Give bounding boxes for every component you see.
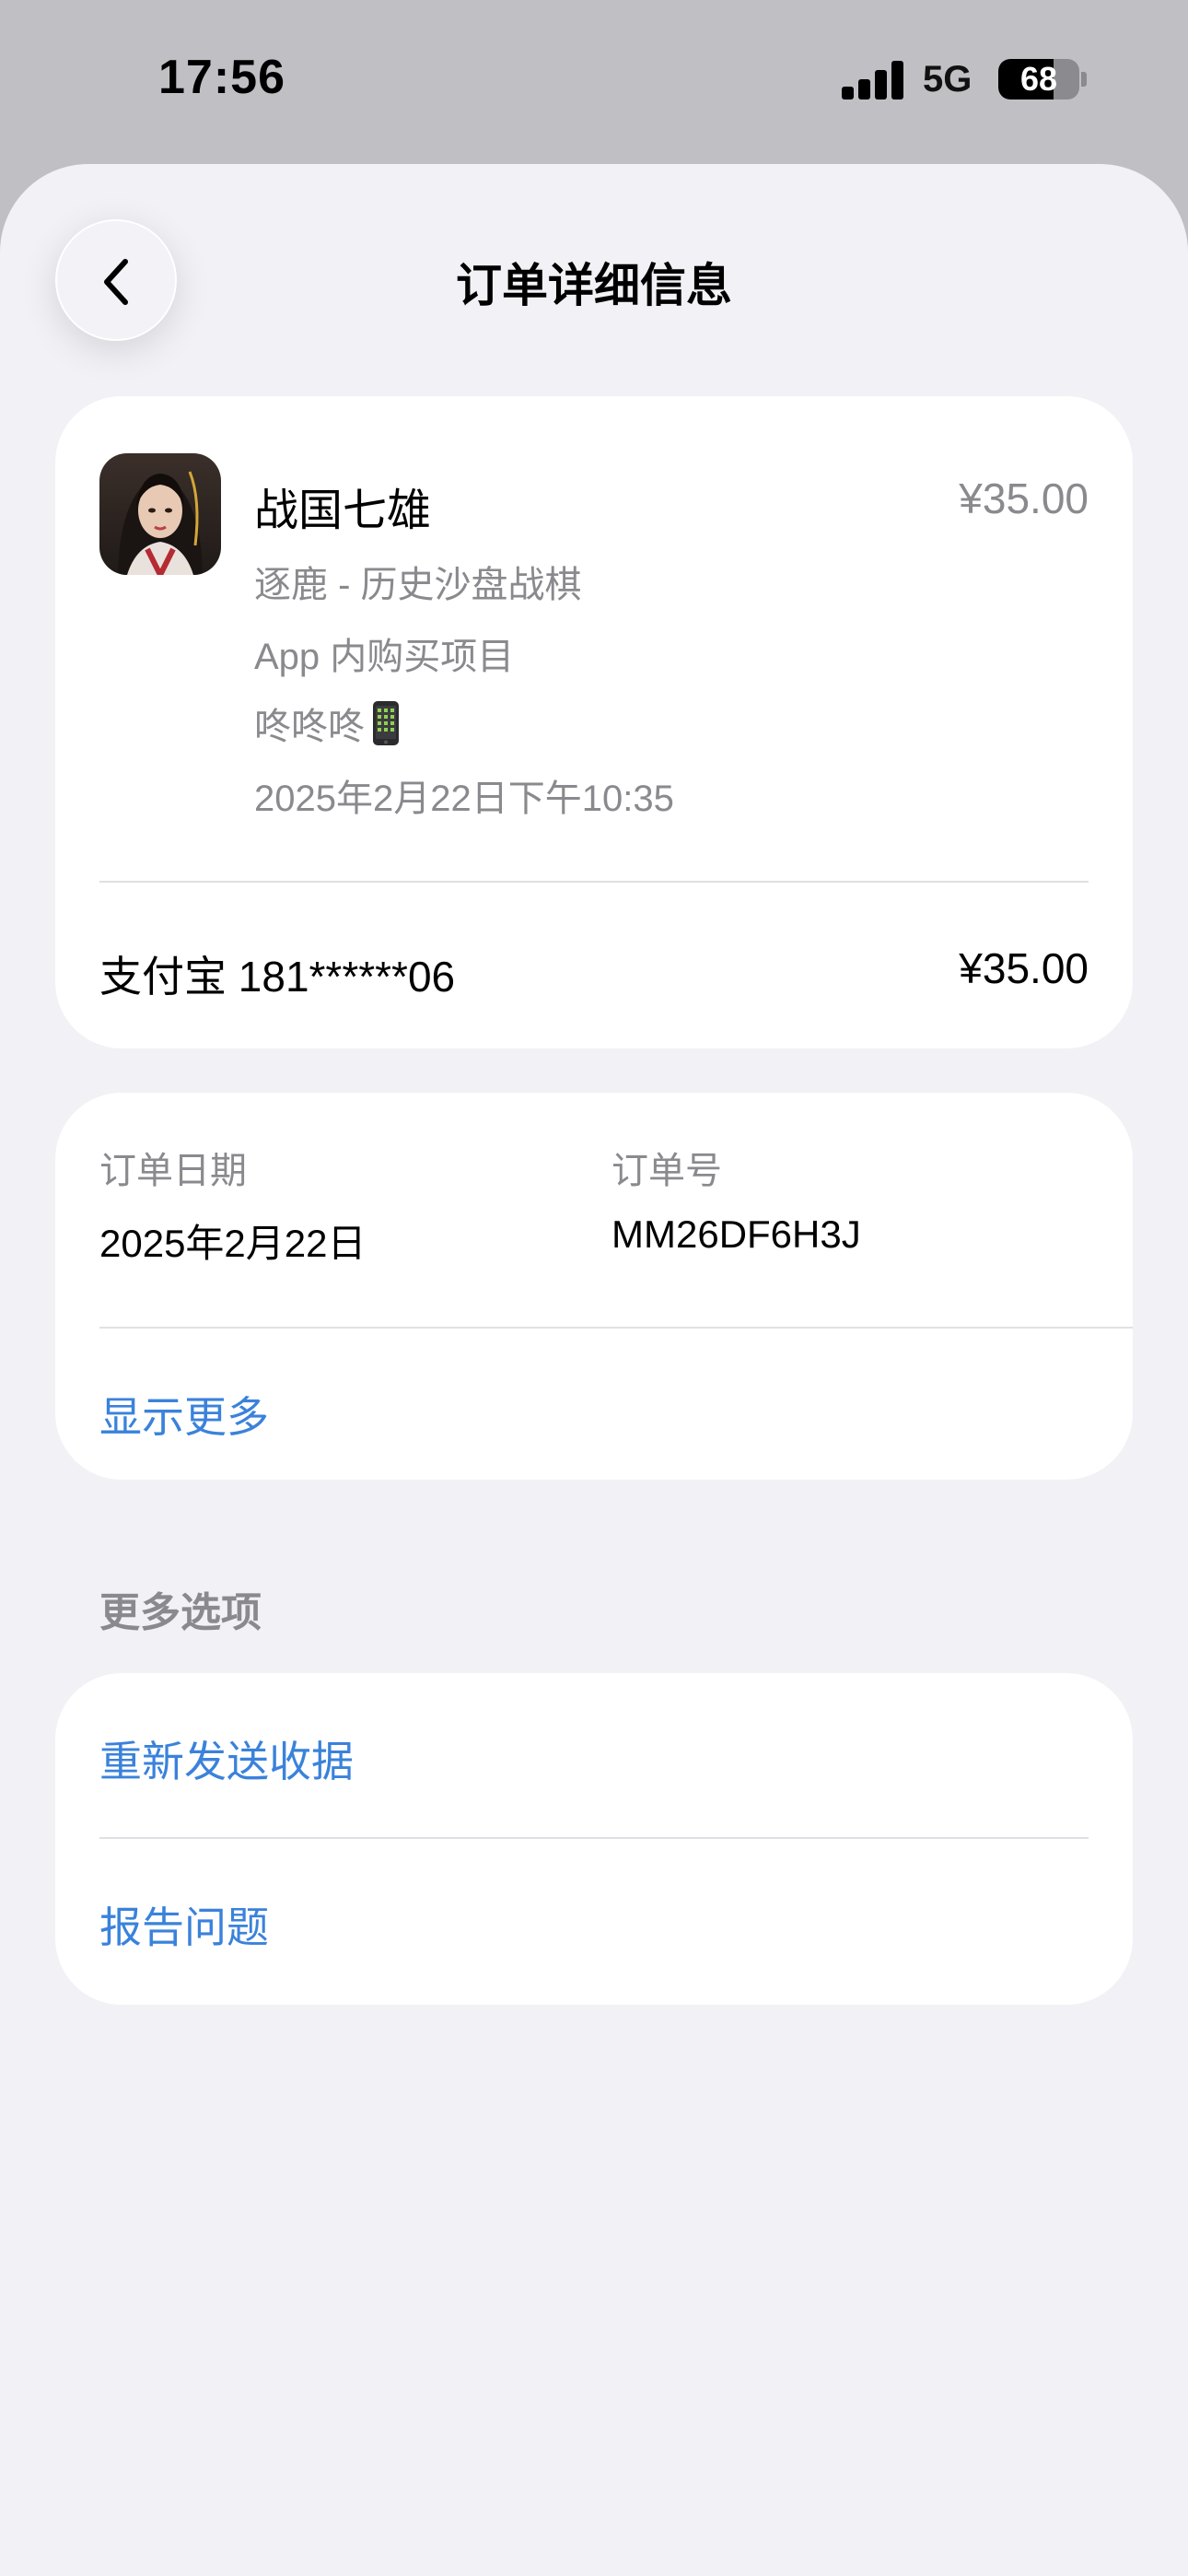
battery-cap [1081, 72, 1087, 87]
more-options-card: 重新发送收据 报告问题 [55, 1673, 1133, 2005]
purchase-type: App 内购买项目 [254, 637, 515, 677]
show-more-link[interactable]: 显示更多 [99, 1384, 269, 1445]
purchase-datetime: 2025年2月22日下午10:35 [254, 779, 674, 819]
report-problem-button[interactable]: 报告问题 [99, 1894, 269, 1955]
order-id-label: 订单号 [611, 1151, 722, 1191]
order-date-label: 订单日期 [99, 1151, 247, 1191]
more-options-header: 更多选项 [99, 1590, 262, 1635]
payment-method: 支付宝 181******06 [99, 953, 456, 1001]
order-details-sheet: 订单详细信息 战国七雄 ¥35.00 逐鹿 - 历史沙盘战棋 App 内购买项目… [0, 164, 1188, 2576]
device-row: 咚咚咚 [254, 697, 400, 750]
status-bar: 17:56 5G 68 [0, 0, 1188, 164]
app-icon[interactable] [99, 453, 221, 575]
item-subtitle: 逐鹿 - 历史沙盘战棋 [254, 565, 582, 605]
payment-amount: ¥35.00 [959, 944, 1089, 992]
network-type-label: 5G [923, 59, 973, 100]
purchase-card: 战国七雄 ¥35.00 逐鹿 - 历史沙盘战棋 App 内购买项目 咚咚咚 20… [55, 396, 1133, 1048]
order-id-value: MM26DF6H3J [611, 1212, 861, 1256]
divider [99, 1837, 1089, 1839]
battery-percentage: 68 [1019, 60, 1058, 98]
divider [99, 1327, 1133, 1329]
app-title: 战国七雄 [254, 486, 432, 535]
app-icon-portrait [99, 453, 221, 575]
status-time: 17:56 [158, 51, 285, 104]
item-price: ¥35.00 [959, 474, 1089, 522]
battery-icon: 68 [998, 59, 1079, 100]
order-date-value: 2025年2月22日 [99, 1222, 367, 1265]
resend-receipt-button[interactable]: 重新发送收据 [99, 1728, 354, 1789]
divider [99, 881, 1089, 883]
page-title: 订单详细信息 [456, 260, 732, 311]
cellular-signal-icon [842, 59, 904, 100]
device-name: 咚咚咚 [254, 707, 365, 747]
mobile-phone-icon [373, 701, 399, 745]
order-info-card: 订单日期 2025年2月22日 订单号 MM26DF6H3J 显示更多 [55, 1093, 1133, 1480]
